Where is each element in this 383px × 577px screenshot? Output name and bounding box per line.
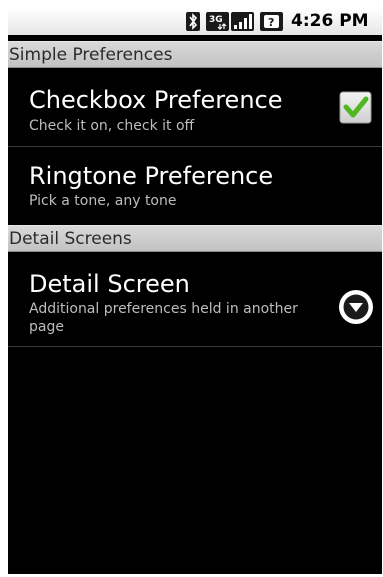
chevron-down-circle-icon[interactable] — [338, 289, 374, 325]
status-bar: 3G ? 4:26 PM — [8, 8, 382, 35]
svg-text:3G: 3G — [209, 15, 223, 25]
signal-icon — [231, 12, 254, 31]
preference-summary: Pick a tone, any tone — [29, 193, 177, 209]
ringtone-preference-row[interactable]: Ringtone Preference Pick a tone, any ton… — [8, 147, 382, 225]
category-detail-screens: Detail Screens — [8, 225, 382, 252]
detail-screen-row[interactable]: Detail Screen Additional preferences hel… — [8, 252, 382, 347]
preference-title: Checkbox Preference — [29, 86, 283, 114]
svg-text:?: ? — [268, 16, 274, 29]
preference-summary: Additional preferences held in another p… — [29, 301, 298, 335]
category-simple-preferences: Simple Preferences — [8, 41, 382, 68]
preference-title: Ringtone Preference — [29, 162, 274, 190]
preference-title: Detail Screen — [29, 270, 190, 298]
checkbox-preference-row[interactable]: Checkbox Preference Check it on, check i… — [8, 68, 382, 147]
status-clock: 4:26 PM — [291, 11, 369, 31]
alert-icon: ? — [260, 12, 283, 31]
category-title: Simple Preferences — [9, 45, 173, 65]
bluetooth-icon — [186, 12, 200, 31]
3g-data-icon: 3G — [206, 12, 229, 31]
preference-summary: Check it on, check it off — [29, 118, 195, 134]
phone-screen: 3G ? 4:26 PM Simple Preferences Checkbox… — [8, 8, 382, 574]
category-title: Detail Screens — [9, 229, 132, 249]
checkbox-checked-icon[interactable] — [339, 91, 372, 124]
